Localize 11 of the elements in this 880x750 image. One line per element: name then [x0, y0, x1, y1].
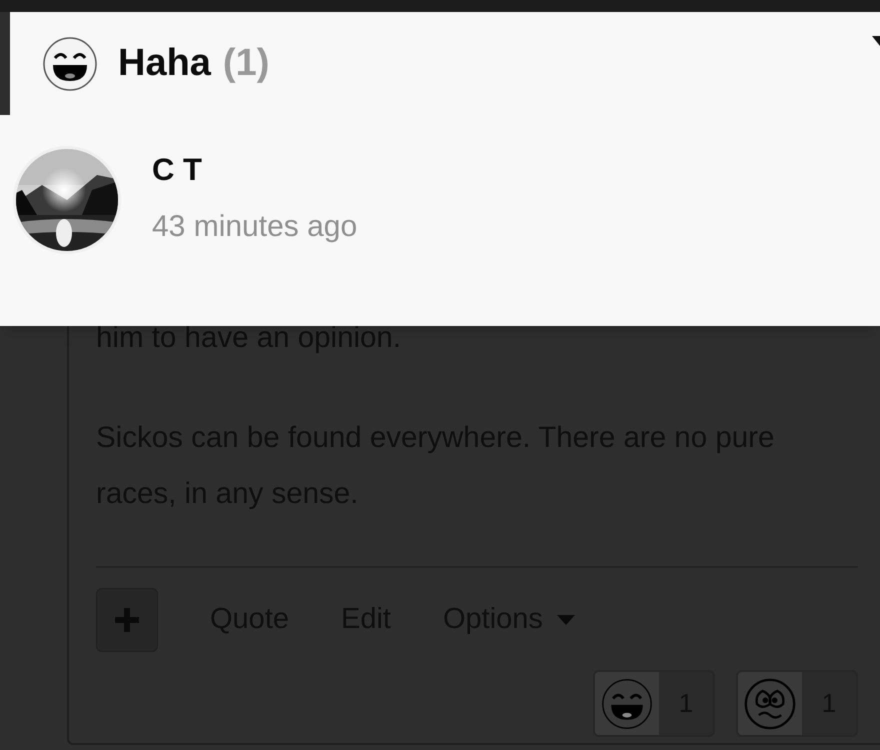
reaction-title: Haha — [118, 41, 211, 86]
add-reaction-button[interactable] — [96, 588, 158, 652]
laughing-face-icon — [601, 678, 653, 730]
reaction-total: (1) — [222, 41, 270, 86]
caret-down-icon — [556, 615, 575, 625]
reaction-time: 43 minutes ago — [152, 208, 358, 244]
plus-icon — [115, 608, 139, 632]
caret-down-icon — [872, 36, 880, 46]
worried-face-icon — [744, 678, 796, 730]
laughing-face-icon — [42, 36, 98, 92]
user-name[interactable]: C T — [152, 147, 358, 194]
